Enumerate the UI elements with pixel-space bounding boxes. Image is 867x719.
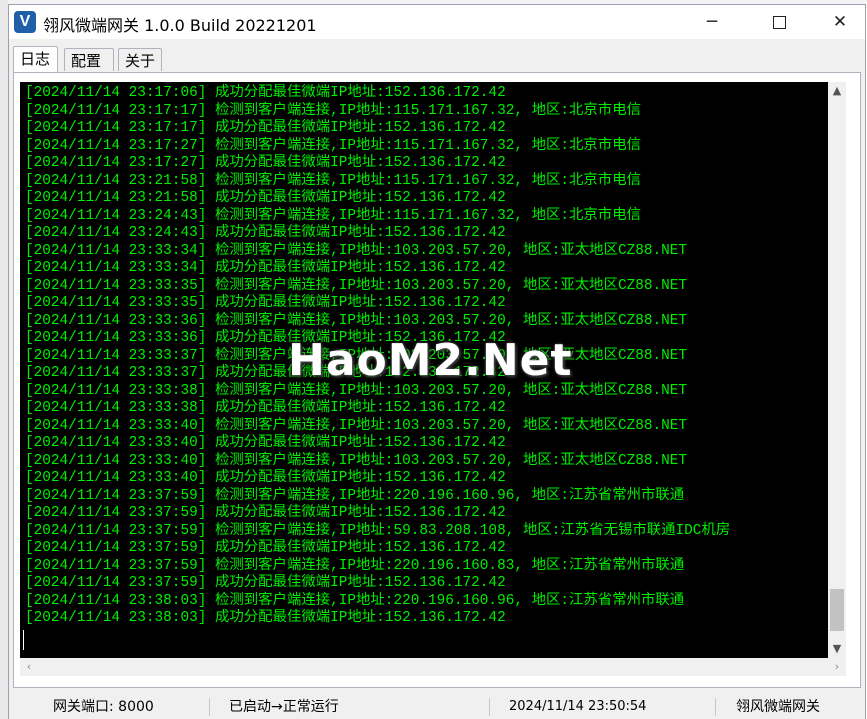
log-line: [2024/11/14 23:17:27] 检测到客户端连接,IP地址:115.… <box>25 137 641 154</box>
tab-about[interactable]: 关于 <box>118 48 162 71</box>
maximize-button[interactable] <box>756 5 802 39</box>
status-run-state: 已启动→正常运行 <box>229 699 339 715</box>
log-line: [2024/11/14 23:24:43] 成功分配最佳微端IP地址:152.1… <box>25 225 506 241</box>
log-line: [2024/11/14 23:37:59] 检测到客户端连接,IP地址:59.8… <box>25 522 731 539</box>
title-bar[interactable]: V 翎风微端网关 1.0.0 Build 20221201 ─ ✕ <box>9 5 865 39</box>
log-line: [2024/11/14 23:33:34] 成功分配最佳微端IP地址:152.1… <box>25 260 506 276</box>
vertical-scroll-thumb[interactable] <box>830 589 844 631</box>
log-line: [2024/11/14 23:37:59] 检测到客户端连接,IP地址:220.… <box>25 557 685 574</box>
status-divider <box>715 698 716 716</box>
log-console[interactable]: [2024/11/14 23:17:06] 成功分配最佳微端IP地址:152.1… <box>20 82 828 658</box>
log-line: [2024/11/14 23:33:40] 成功分配最佳微端IP地址:152.1… <box>25 435 506 451</box>
status-bar: 网关端口: 8000 已启动→正常运行 2024/11/14 23:50:54 … <box>9 695 865 719</box>
tab-config[interactable]: 配置 <box>64 48 114 71</box>
log-line: [2024/11/14 23:33:38] 成功分配最佳微端IP地址:152.1… <box>25 400 506 416</box>
log-line: [2024/11/14 23:33:40] 成功分配最佳微端IP地址:152.1… <box>25 470 506 486</box>
chevron-up-icon[interactable]: ▲ <box>828 82 846 100</box>
status-app-name: 翎风微端网关 <box>736 699 820 715</box>
log-line: [2024/11/14 23:38:03] 成功分配最佳微端IP地址:152.1… <box>25 610 506 626</box>
chevron-right-icon[interactable]: › <box>828 658 846 676</box>
status-divider <box>209 698 210 716</box>
app-logo-icon: V <box>14 11 36 33</box>
log-line: [2024/11/14 23:21:58] 成功分配最佳微端IP地址:152.1… <box>25 190 506 206</box>
watermark: HaoM2.Net <box>288 335 573 386</box>
tab-log[interactable]: 日志 <box>13 46 58 72</box>
app-window: V 翎风微端网关 1.0.0 Build 20221201 ─ ✕ 日志 配置 … <box>8 4 866 719</box>
log-line: [2024/11/14 23:21:58] 检测到客户端连接,IP地址:115.… <box>25 172 641 189</box>
log-line: [2024/11/14 23:17:17] 检测到客户端连接,IP地址:115.… <box>25 102 641 119</box>
close-button[interactable]: ✕ <box>817 5 863 39</box>
status-divider <box>489 698 490 716</box>
log-line: [2024/11/14 23:33:40] 检测到客户端连接,IP地址:103.… <box>25 417 688 434</box>
status-gateway-port: 网关端口: 8000 <box>53 699 154 715</box>
close-icon: ✕ <box>832 12 848 32</box>
log-line: [2024/11/14 23:37:59] 检测到客户端连接,IP地址:220.… <box>25 487 685 504</box>
background-window-edge <box>0 0 8 719</box>
minimize-button[interactable]: ─ <box>689 5 735 39</box>
log-line: [2024/11/14 23:33:34] 检测到客户端连接,IP地址:103.… <box>25 242 688 259</box>
log-line: [2024/11/14 23:17:17] 成功分配最佳微端IP地址:152.1… <box>25 120 506 136</box>
log-tab-panel: [2024/11/14 23:17:06] 成功分配最佳微端IP地址:152.1… <box>13 72 861 688</box>
log-line: [2024/11/14 23:17:27] 成功分配最佳微端IP地址:152.1… <box>25 155 506 171</box>
log-line: [2024/11/14 23:37:59] 成功分配最佳微端IP地址:152.1… <box>25 505 506 521</box>
log-line: [2024/11/14 23:38:03] 检测到客户端连接,IP地址:220.… <box>25 592 685 609</box>
chevron-left-icon[interactable]: ‹ <box>20 658 38 676</box>
text-caret <box>23 630 24 650</box>
window-title: 翎风微端网关 1.0.0 Build 20221201 <box>43 16 317 35</box>
log-line: [2024/11/14 23:33:40] 检测到客户端连接,IP地址:103.… <box>25 452 688 469</box>
vertical-scrollbar[interactable]: ▲ ▼ <box>828 82 846 658</box>
log-line: [2024/11/14 23:37:59] 成功分配最佳微端IP地址:152.1… <box>25 540 506 556</box>
log-line: [2024/11/14 23:37:59] 成功分配最佳微端IP地址:152.1… <box>25 575 506 591</box>
log-line: [2024/11/14 23:24:43] 检测到客户端连接,IP地址:115.… <box>25 207 641 224</box>
log-line: [2024/11/14 23:33:36] 检测到客户端连接,IP地址:103.… <box>25 312 688 329</box>
horizontal-scrollbar[interactable]: ‹ › <box>20 658 846 676</box>
log-line: [2024/11/14 23:33:35] 检测到客户端连接,IP地址:103.… <box>25 277 688 294</box>
log-line: [2024/11/14 23:33:35] 成功分配最佳微端IP地址:152.1… <box>25 295 506 311</box>
minimize-icon: ─ <box>706 12 718 32</box>
maximize-icon <box>772 15 786 29</box>
status-datetime: 2024/11/14 23:50:54 <box>509 699 647 714</box>
chevron-down-icon[interactable]: ▼ <box>828 640 846 658</box>
log-line: [2024/11/14 23:17:06] 成功分配最佳微端IP地址:152.1… <box>25 85 506 101</box>
